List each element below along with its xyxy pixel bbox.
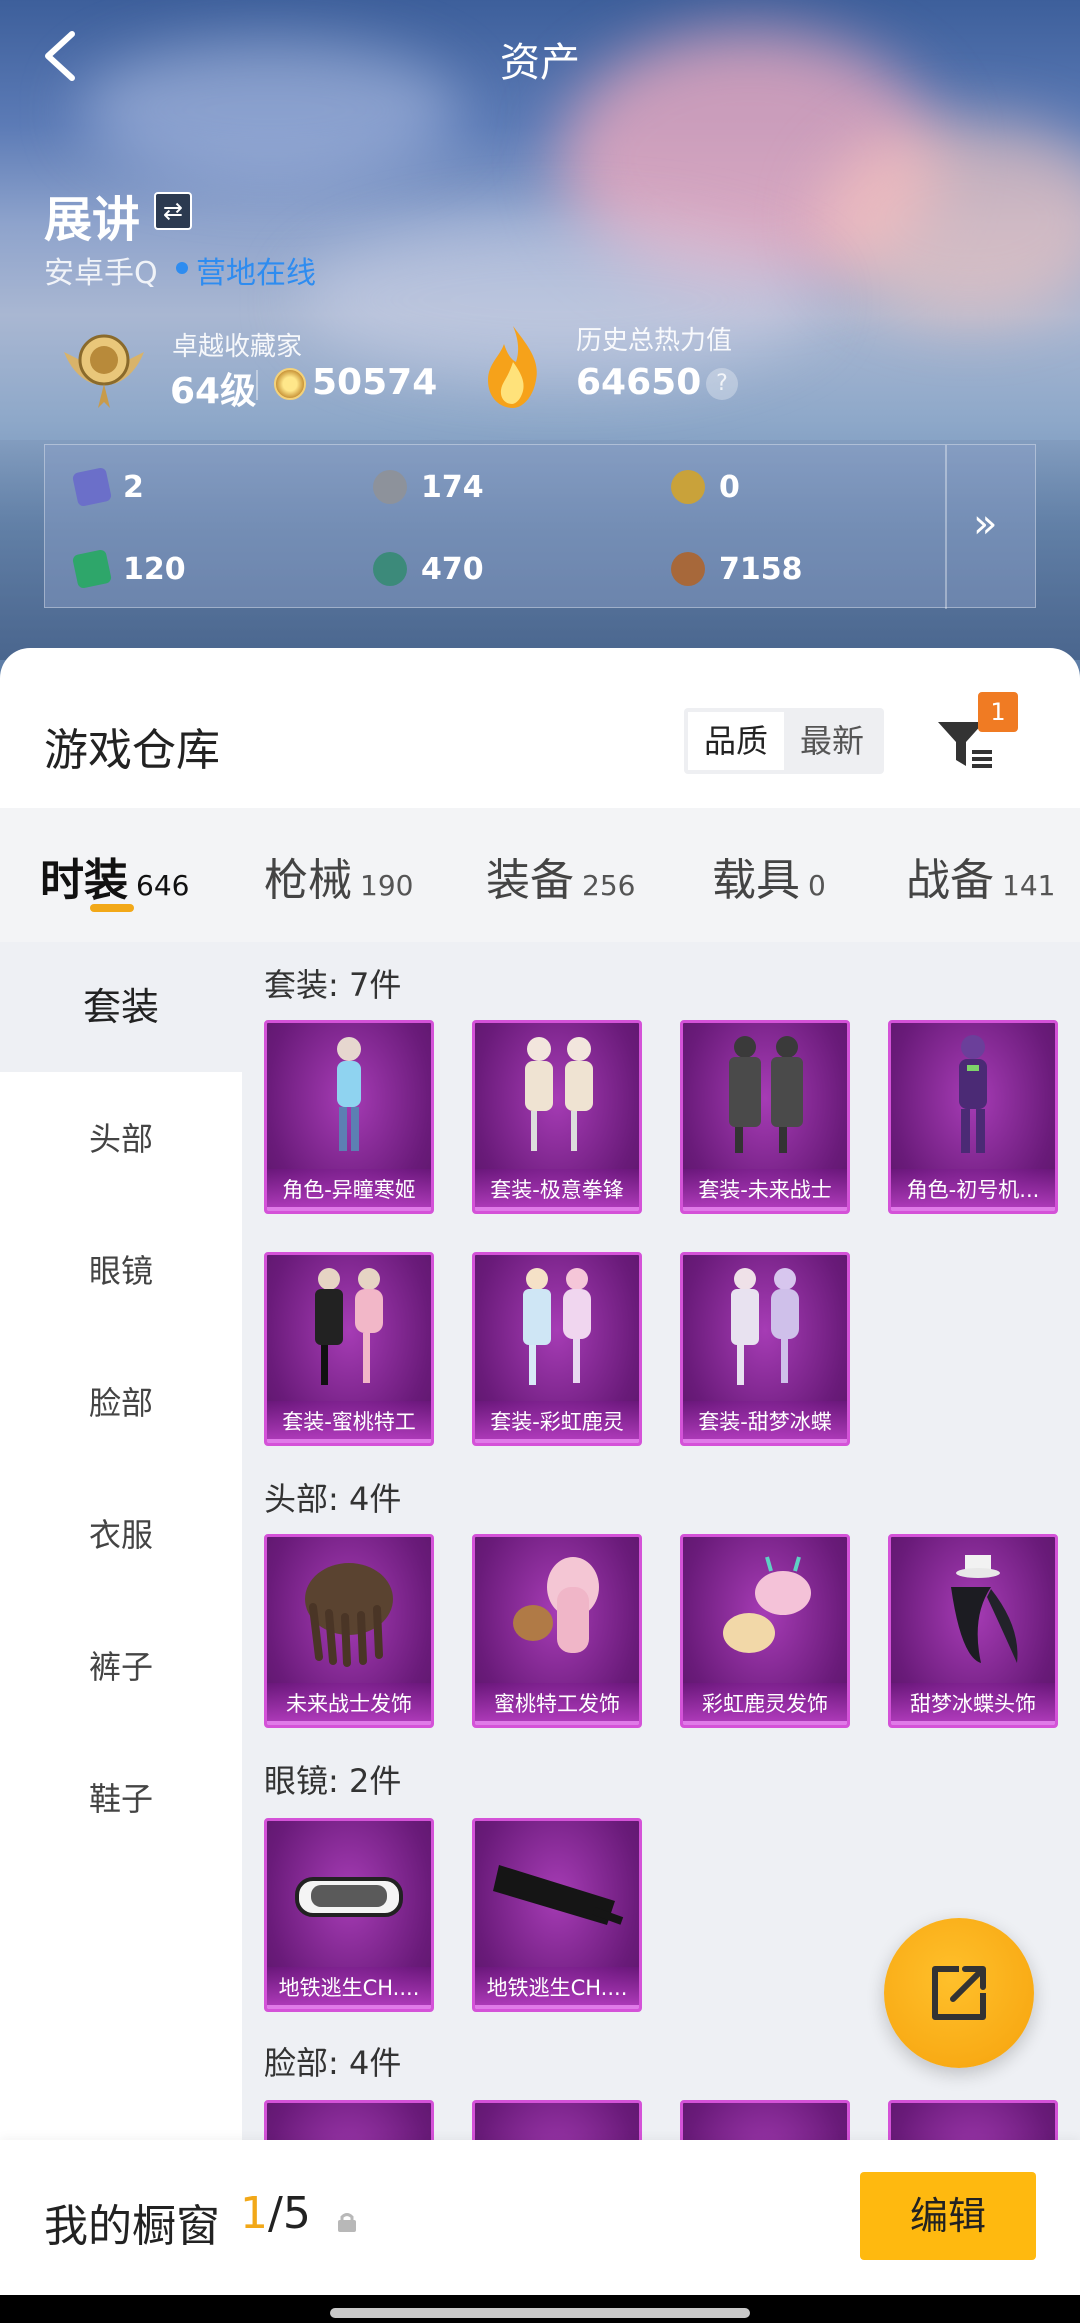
chevron-double-right-icon[interactable]: » xyxy=(973,501,997,547)
hair-accessory-icon xyxy=(723,1556,811,1653)
warehouse-title: 游戏仓库 xyxy=(44,725,220,776)
item-card[interactable]: 未来战士发饰 xyxy=(264,1534,434,1728)
outfit-figure-icon xyxy=(731,1268,799,1385)
item-card[interactable]: 套装-极意拳锋 xyxy=(472,1020,642,1214)
item-card[interactable]: 角色-初号机... xyxy=(888,1020,1058,1214)
player-platform: 安卓手Q xyxy=(44,256,158,291)
edit-button[interactable]: 编辑 xyxy=(860,2172,1036,2260)
showcase-bar: 我的橱窗 1/5 编辑 xyxy=(0,2140,1080,2295)
tab-weapons[interactable]: 枪械 190 xyxy=(264,844,413,906)
lock-icon xyxy=(338,2213,356,2232)
tab-vehicles[interactable]: 载具 0 xyxy=(712,844,826,906)
sidebar-item-suits[interactable]: 套装 xyxy=(0,942,242,1072)
item-card[interactable]: 套装-甜梦冰蝶 xyxy=(680,1252,850,1446)
home-indicator[interactable] xyxy=(330,2308,750,2318)
sort-quality-button[interactable]: 品质 xyxy=(688,712,784,770)
swap-account-icon[interactable]: ⇄ xyxy=(154,192,192,230)
tab-fashion[interactable]: 时装 646 xyxy=(40,844,189,906)
active-tab-indicator xyxy=(90,904,134,912)
coin-value: 50574 xyxy=(312,362,438,403)
section-title: 眼镜: 2件 xyxy=(264,1762,402,1800)
outfit-figure-icon xyxy=(959,1035,987,1153)
sidebar-item-pants[interactable]: 裤子 xyxy=(0,1602,242,1732)
currency-item: 174 xyxy=(373,467,484,507)
currency-item: 120 xyxy=(71,548,186,590)
section-title: 头部: 4件 xyxy=(264,1480,402,1518)
goggles-icon xyxy=(295,1877,403,1917)
silver-coin-icon xyxy=(373,470,407,504)
heat-title: 历史总热力值 xyxy=(576,326,733,356)
showcase-count: 1/5 xyxy=(240,2188,311,2239)
warehouse-panel: 游戏仓库 品质 最新 1 时装 646 枪械 190 装备 256 载具 0 战… xyxy=(0,648,1080,2323)
coin-icon xyxy=(274,368,306,400)
flame-icon xyxy=(488,326,537,408)
help-icon[interactable]: ? xyxy=(706,368,738,400)
collector-title: 卓越收藏家 xyxy=(172,332,303,362)
item-grid: 套装: 7件 角色-异瞳寒姬 套装-极意拳锋 套装-未来战士 角色-初号机...… xyxy=(242,942,1080,2323)
item-card[interactable]: 彩虹鹿灵发饰 xyxy=(680,1534,850,1728)
item-card[interactable]: 套装-蜜桃特工 xyxy=(264,1252,434,1446)
green-card-icon xyxy=(71,548,113,590)
share-fab-button[interactable] xyxy=(884,1918,1034,2068)
sunglasses-icon xyxy=(493,1865,624,1925)
page-title: 资产 xyxy=(500,40,580,86)
outfit-figure-icon xyxy=(315,1268,383,1385)
item-card[interactable]: 地铁逃生CH.... xyxy=(472,1818,642,2012)
external-link-icon xyxy=(932,1966,986,2020)
green-orb-icon xyxy=(373,552,407,586)
tab-equipment[interactable]: 装备 256 xyxy=(486,844,635,906)
sidebar-item-clothes[interactable]: 衣服 xyxy=(0,1470,242,1600)
sort-toggle: 品质 最新 xyxy=(684,708,884,774)
currency-item: 470 xyxy=(373,549,484,589)
outfit-figure-icon xyxy=(337,1037,361,1151)
sidebar-item-glasses[interactable]: 眼镜 xyxy=(0,1206,242,1336)
player-name: 展讲 xyxy=(44,192,141,248)
section-title: 套装: 7件 xyxy=(264,966,402,1004)
currency-item: 2 xyxy=(71,466,144,508)
outfit-figure-icon xyxy=(523,1268,591,1385)
online-status: 营地在线 xyxy=(196,256,316,291)
gold-medal-icon xyxy=(671,470,705,504)
item-card[interactable]: 甜梦冰蝶头饰 xyxy=(888,1534,1058,1728)
filter-badge: 1 xyxy=(978,692,1018,732)
section-title: 脸部: 4件 xyxy=(264,2044,402,2082)
item-card[interactable]: 地铁逃生CH.... xyxy=(264,1818,434,2012)
bronze-coin-icon xyxy=(671,552,705,586)
sort-latest-button[interactable]: 最新 xyxy=(784,712,880,770)
online-dot-icon xyxy=(176,262,188,274)
sidebar-item-head[interactable]: 头部 xyxy=(0,1074,242,1204)
outfit-figure-icon xyxy=(525,1037,593,1151)
purple-card-icon xyxy=(71,466,113,508)
item-card[interactable]: 套装-彩虹鹿灵 xyxy=(472,1252,642,1446)
assets-screen: 资产 展讲 ⇄ 安卓手Q 营地在线 卓越收藏家 64级 50574 历史总热力值… xyxy=(0,0,1080,2323)
currency-item: 7158 xyxy=(671,549,803,589)
outfit-figure-icon xyxy=(729,1036,803,1153)
item-card[interactable]: 蜜桃特工发饰 xyxy=(472,1534,642,1728)
hair-accessory-icon xyxy=(305,1563,393,1667)
hair-accessory-icon xyxy=(951,1555,1018,1663)
sidebar-item-shoes[interactable]: 鞋子 xyxy=(0,1734,242,1864)
tab-combat-gear[interactable]: 战备 141 xyxy=(906,844,1055,906)
collector-badge-icon xyxy=(64,334,144,408)
currency-item: 0 xyxy=(671,467,740,507)
collector-level: 64级 xyxy=(170,371,257,412)
item-card[interactable]: 角色-异瞳寒姬 xyxy=(264,1020,434,1214)
item-card[interactable]: 套装-未来战士 xyxy=(680,1020,850,1214)
sidebar-item-face[interactable]: 脸部 xyxy=(0,1338,242,1468)
category-tabs: 时装 646 枪械 190 装备 256 载具 0 战备 141 xyxy=(0,808,1080,942)
currency-panel[interactable]: 2 174 0 120 470 7158 » xyxy=(44,444,1036,609)
showcase-title: 我的橱窗 xyxy=(44,2201,220,2252)
heat-value: 64650 xyxy=(576,362,702,403)
hair-accessory-icon xyxy=(513,1557,599,1653)
subcategory-sidebar: 套装 头部 眼镜 脸部 衣服 裤子 鞋子 xyxy=(0,942,242,2323)
